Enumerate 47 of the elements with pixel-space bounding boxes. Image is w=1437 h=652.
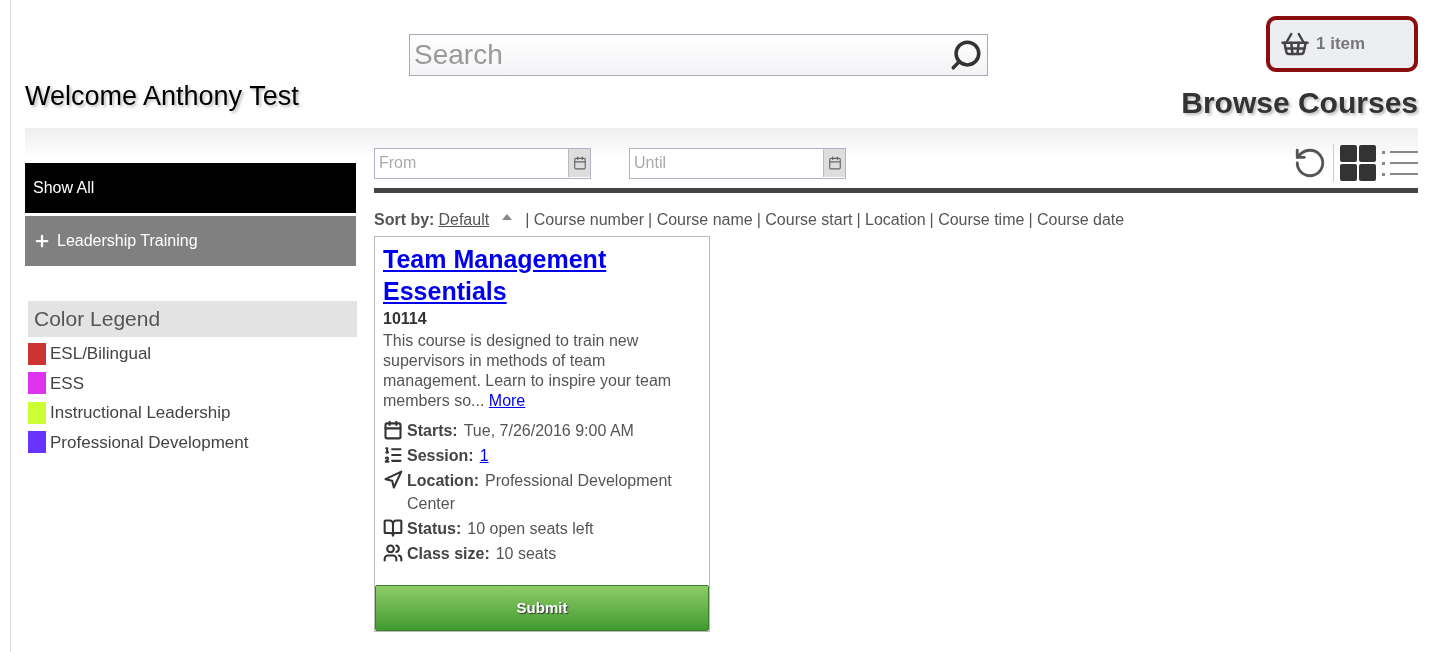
legend-header: Color Legend	[28, 301, 357, 337]
session-link[interactable]: 1	[479, 447, 489, 464]
plus-icon	[33, 232, 51, 250]
detail-text: Class size: 10 seats	[407, 544, 557, 564]
sort-option[interactable]: | Course time	[929, 208, 1025, 232]
people-icon	[383, 543, 403, 563]
numbered-list-icon	[383, 445, 403, 465]
navigation-arrow-icon	[383, 470, 403, 490]
sort-option[interactable]: Default	[438, 208, 490, 232]
calendar-icon	[383, 420, 403, 440]
sort-option[interactable]: | Course number	[525, 208, 645, 232]
cart-button[interactable]: 1 item	[1266, 16, 1418, 72]
search-icon[interactable]	[949, 38, 983, 72]
sort-label: Sort by:	[374, 210, 435, 230]
refresh-icon[interactable]	[1293, 146, 1327, 180]
sort-option[interactable]: | Course date	[1028, 208, 1125, 232]
book-icon	[383, 518, 403, 538]
detail-text: Starts: Tue, 7/26/2016 9:00 AM	[407, 421, 634, 441]
legend-label: Professional Development	[50, 431, 249, 454]
legend-label: ESL/Bilingual	[50, 343, 152, 365]
course-number: 10114	[383, 309, 428, 329]
page-title: Browse Courses	[1181, 85, 1418, 121]
grid-view-icon[interactable]	[1340, 145, 1376, 181]
calendar-icon	[572, 156, 587, 170]
category-item[interactable]: Leadership Training	[25, 216, 356, 266]
legend-label: ESS	[50, 372, 85, 395]
date-box[interactable]: Until	[629, 147, 846, 179]
date-field[interactable]: From	[375, 151, 568, 175]
sort-option[interactable]: | Location	[856, 208, 926, 232]
detail-text: Session: 1	[407, 446, 489, 466]
detail-text: Location: Professional Development Center	[407, 471, 673, 514]
sort-arrow-icon	[501, 213, 514, 221]
calendar-icon	[827, 156, 842, 170]
welcome-text: Welcome Anthony Test	[25, 79, 300, 113]
sort-option[interactable]: | Course start	[756, 208, 853, 232]
course-title-link[interactable]: Team Management Essentials	[383, 243, 701, 307]
list-view-icon[interactable]	[1382, 149, 1418, 177]
legend-label: Instructional Leadership	[50, 402, 231, 424]
more-link[interactable]: More	[488, 392, 526, 409]
date-field[interactable]: Until	[630, 151, 823, 175]
category-item[interactable]: Show All	[25, 163, 356, 213]
detail-text: Status: 10 open seats left	[407, 519, 594, 539]
course-description: This course is designed to train new supervisors in methods of team management. Learn to inspire your team members so... More	[383, 331, 673, 411]
date-box[interactable]: From	[374, 147, 591, 179]
sort-option[interactable]: | Course name	[648, 208, 753, 232]
calendar-button[interactable]	[823, 149, 845, 177]
calendar-button[interactable]	[568, 149, 590, 177]
